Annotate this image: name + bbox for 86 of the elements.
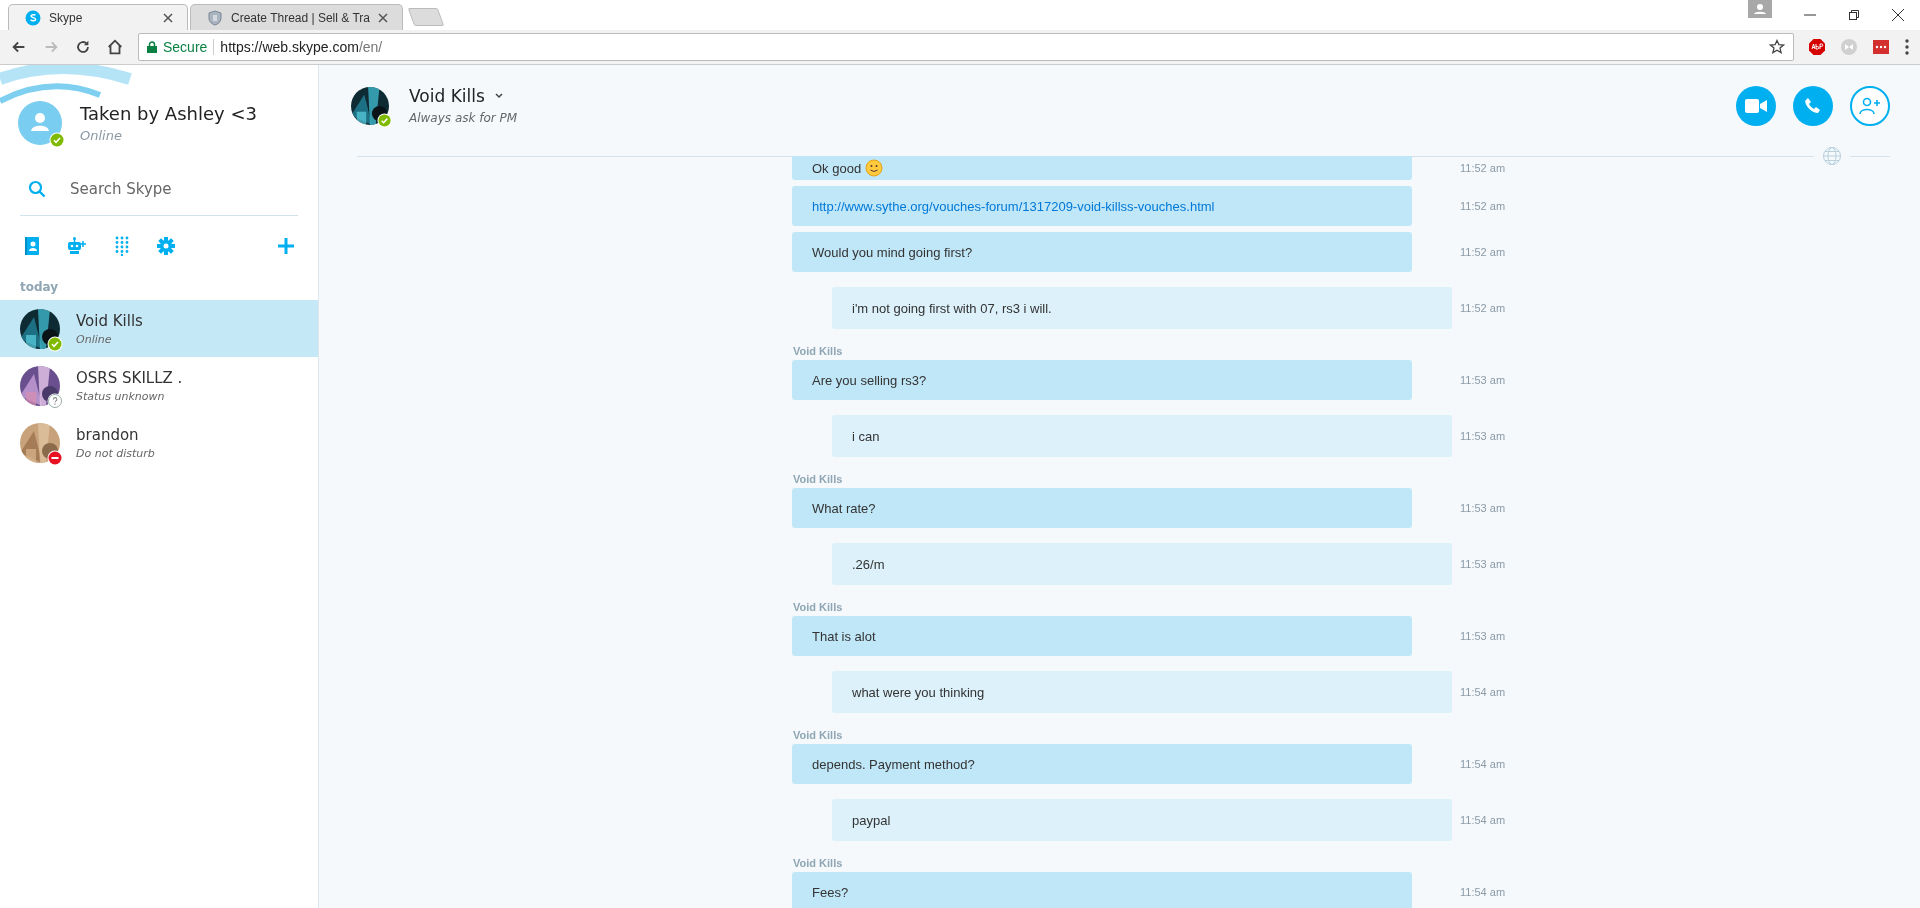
search-icon[interactable] xyxy=(28,180,46,198)
video-camera-icon xyxy=(1745,98,1767,113)
contact-status: Status unknown xyxy=(76,389,166,403)
contact-item[interactable]: OSRS SKILLZ . Status unknown xyxy=(0,357,318,414)
mood-message: Always ask for PM xyxy=(409,111,518,125)
user-icon[interactable] xyxy=(1748,0,1772,18)
presence-icon xyxy=(47,449,63,466)
add-person-icon xyxy=(1859,96,1881,115)
message-text: .26/m xyxy=(852,556,885,572)
message-text: That is alot xyxy=(812,628,876,644)
browser-tab[interactable]: Skype xyxy=(8,4,188,30)
browser-tab[interactable]: Create Thread | Sell & Tra xyxy=(190,4,403,30)
message-time: 11:52 am xyxy=(1460,200,1507,212)
sender-name: Void Kills xyxy=(793,729,843,741)
lock-icon xyxy=(147,41,157,53)
sender-name: Void Kills xyxy=(793,601,843,613)
message-time: 11:54 am xyxy=(1460,758,1507,770)
add-bot-icon[interactable] xyxy=(66,236,88,256)
message-text: paypal xyxy=(852,812,891,828)
search-field[interactable]: Search Skype xyxy=(68,179,292,199)
video-call-button[interactable] xyxy=(1736,85,1776,126)
message-text: i can xyxy=(852,428,880,444)
close-icon[interactable] xyxy=(163,12,173,23)
message-text: Fees? xyxy=(812,884,849,900)
close-icon[interactable] xyxy=(377,12,388,23)
restore-icon[interactable] xyxy=(1848,9,1860,21)
message-link[interactable]: http://www.sythe.org/vouches-forum/1317209-void-killss-vouches.html xyxy=(812,198,1215,214)
message-text: depends. Payment method? xyxy=(812,756,975,772)
adblock-icon[interactable] xyxy=(1808,38,1826,56)
message-text: Ok good xyxy=(812,160,862,176)
message-text: Would you mind going first? xyxy=(812,244,973,260)
sender-name: Void Kills xyxy=(793,345,843,357)
shield-icon xyxy=(207,9,223,26)
section-heading: today xyxy=(19,279,60,296)
message-time: 11:53 am xyxy=(1460,502,1507,514)
contact-name: OSRS SKILLZ . xyxy=(76,368,183,387)
message-text: what were you thinking xyxy=(852,684,985,700)
contact-status: Do not disturb xyxy=(76,446,155,460)
chat-title[interactable]: Void Kills xyxy=(409,86,485,106)
contact-name: Void Kills xyxy=(76,311,143,330)
message-time: 11:52 am xyxy=(1460,246,1507,258)
presence-icon xyxy=(47,392,63,409)
secure-label: Secure xyxy=(163,39,208,55)
add-people-button[interactable] xyxy=(1850,85,1890,126)
url-text: https://web.skype.com/en/ xyxy=(220,39,383,55)
star-icon[interactable] xyxy=(1769,39,1785,55)
message-time: 11:54 am xyxy=(1460,686,1507,698)
message-time: 11:54 am xyxy=(1460,886,1507,898)
home-icon[interactable] xyxy=(106,38,124,56)
message-time: 11:53 am xyxy=(1460,558,1507,570)
presence-icon xyxy=(47,335,63,352)
profile-name: Taken by Ashley <3 xyxy=(80,103,257,124)
extension-icon[interactable] xyxy=(1872,38,1890,56)
sender-name: Void Kills xyxy=(793,473,843,485)
message-text: What rate? xyxy=(812,500,876,516)
close-icon[interactable] xyxy=(1892,9,1904,21)
message-text: i'm not going first with 07, rs3 i will. xyxy=(852,300,1052,316)
menu-icon[interactable] xyxy=(1904,38,1910,56)
contacts-icon[interactable] xyxy=(22,236,42,256)
contact-item[interactable]: Void Kills Online xyxy=(0,300,318,357)
smiley-icon xyxy=(865,159,884,177)
message-time: 11:52 am xyxy=(1460,162,1507,174)
add-icon[interactable] xyxy=(276,236,296,256)
new-tab-button[interactable] xyxy=(407,8,445,26)
reload-icon[interactable] xyxy=(74,38,92,56)
presence-icon xyxy=(49,132,65,148)
chevron-icon[interactable] xyxy=(494,93,503,99)
settings-icon[interactable] xyxy=(156,236,176,256)
message-time: 11:54 am xyxy=(1460,814,1507,826)
presence-icon xyxy=(377,112,392,128)
call-button[interactable] xyxy=(1793,85,1833,126)
message-time: 11:53 am xyxy=(1460,630,1507,642)
address-bar[interactable]: Secure https://web.skype.com/en/ xyxy=(138,33,1794,61)
profile-status: Online xyxy=(80,128,123,143)
message-time: 11:53 am xyxy=(1460,430,1507,442)
phone-icon xyxy=(1804,96,1822,115)
skype-icon xyxy=(25,9,41,26)
globe-icon[interactable] xyxy=(1822,146,1842,166)
contact-name: brandon xyxy=(76,425,140,444)
contact-item[interactable]: brandon Do not disturb xyxy=(0,414,318,471)
message-text: Are you selling rs3? xyxy=(812,372,927,388)
message-time: 11:52 am xyxy=(1460,302,1507,314)
sender-name: Void Kills xyxy=(793,857,843,869)
message-time: 11:53 am xyxy=(1460,374,1507,386)
contact-status: Online xyxy=(76,332,113,346)
avatar-icon[interactable] xyxy=(18,101,62,145)
